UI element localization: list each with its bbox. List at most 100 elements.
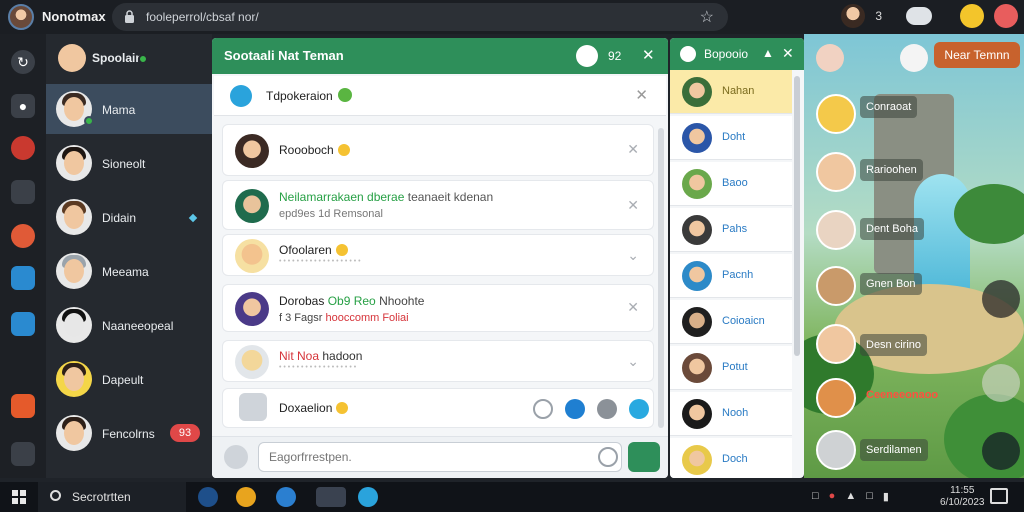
battery-icon[interactable]: ▮ [883, 490, 889, 503]
close-icon[interactable]: ✕ [627, 141, 639, 158]
taskbar-search[interactable]: Secrotrtten [38, 482, 186, 512]
pin-icon[interactable]: ▲ [762, 46, 774, 60]
heart-icon[interactable] [597, 399, 617, 419]
gift-icon[interactable] [11, 394, 35, 418]
members-scrollbar[interactable] [794, 76, 800, 356]
contact-item[interactable]: Meeama [46, 246, 212, 296]
taskbar-search-label: Secrotrtten [72, 490, 131, 504]
contacts-header[interactable]: Spoolain [46, 36, 212, 80]
explorer-icon[interactable] [316, 487, 346, 507]
clock[interactable]: 11:55 6/10/2023 [940, 485, 985, 509]
member-item[interactable]: Pahs [670, 208, 792, 252]
tool-icon[interactable] [982, 280, 1020, 318]
close-icon[interactable]: ✕ [627, 197, 639, 214]
robot-icon[interactable] [11, 180, 35, 204]
member-item[interactable]: Potut [670, 346, 792, 390]
cloud-icon[interactable] [906, 7, 932, 25]
mic-icon[interactable]: ▲ [845, 490, 856, 503]
clock-time: 11:55 [950, 485, 975, 496]
star-icon[interactable]: ☆ [700, 7, 714, 27]
message-item[interactable]: Roooboch ✕ [222, 124, 654, 176]
avatar-icon[interactable] [841, 4, 866, 28]
contact-item[interactable]: Didain [46, 192, 212, 242]
ink-icon[interactable]: □ [812, 490, 819, 503]
message-input[interactable] [258, 442, 622, 472]
player-name: Ceeneeonaoo [866, 389, 939, 401]
member-item[interactable]: Pacnh [670, 254, 792, 298]
notification-icon[interactable] [990, 488, 1008, 504]
member-item[interactable]: Doht [670, 116, 792, 160]
avatar [682, 307, 712, 337]
shield-icon[interactable] [11, 136, 35, 160]
windows-start-icon[interactable] [12, 490, 26, 504]
number-label: 3 [875, 9, 882, 23]
chat-title: Sootaali Nat Teman [224, 48, 344, 63]
player-avatar[interactable] [816, 324, 856, 364]
refresh-icon[interactable]: ↻ [11, 50, 35, 74]
avatar [235, 134, 269, 168]
member-item[interactable]: Nooh [670, 392, 792, 436]
contact-item[interactable]: Fencolrns 93 [46, 408, 212, 458]
close-icon[interactable]: ✕ [782, 45, 794, 62]
navigation-icon[interactable] [576, 45, 598, 67]
player-avatar[interactable] [816, 430, 856, 470]
avatar [682, 123, 712, 153]
shield-icon[interactable] [982, 432, 1020, 470]
member-item[interactable]: Coioaicn [670, 300, 792, 344]
app-icon[interactable] [236, 487, 256, 507]
send-button[interactable] [628, 442, 660, 472]
player-name: Rarioohen [860, 159, 923, 181]
player-avatar[interactable] [816, 152, 856, 192]
gamepad-icon[interactable]: ● [11, 94, 35, 118]
pinned-message[interactable]: Tdpokeraion ✕ [214, 76, 666, 116]
star-icon[interactable] [629, 399, 649, 419]
profile-icon[interactable] [816, 44, 844, 72]
player-avatar[interactable] [816, 378, 856, 418]
message-item[interactable]: Dorobas Ob9 Reo Nhoohte f 3 Fagsr hoocco… [222, 284, 654, 332]
grid-icon[interactable] [11, 442, 35, 466]
network-icon[interactable]: ● [829, 490, 836, 503]
reaction-icon[interactable] [533, 399, 553, 419]
message-item[interactable]: Nit Noa hadoon • • • • • • • • • • • • •… [222, 340, 654, 382]
address-bar[interactable]: fooleperrol/cbsaf nor/ ☆ [112, 3, 728, 31]
user-avatar[interactable] [8, 4, 34, 30]
puzzle-icon[interactable] [11, 266, 35, 290]
map-icon[interactable] [982, 364, 1020, 402]
contact-item[interactable]: Sioneolt [46, 138, 212, 188]
folder-icon[interactable] [11, 312, 35, 336]
store-icon[interactable] [276, 487, 296, 507]
game-scene[interactable]: Near Temnn Conraoat Rarioohen Dent Boha … [804, 34, 1024, 478]
chevron-down-icon[interactable]: ⌄ [627, 247, 639, 264]
chevron-down-icon[interactable]: ⌄ [627, 353, 639, 370]
play-button[interactable]: Near Temnn [934, 42, 1020, 68]
chat-icon[interactable] [11, 224, 35, 248]
edge-icon[interactable] [198, 487, 218, 507]
attachment-icon[interactable] [224, 445, 248, 469]
compass-icon[interactable] [900, 44, 928, 72]
message-item[interactable]: Ofoolaren • • • • • • • • • • • • • • • … [222, 234, 654, 276]
emoji-icon[interactable] [960, 4, 984, 28]
online-dot [84, 116, 94, 126]
member-item[interactable]: Baoo [670, 162, 792, 206]
chat-scrollbar[interactable] [658, 128, 664, 428]
member-item[interactable]: Nahan [670, 70, 792, 114]
player-avatar[interactable] [816, 210, 856, 250]
reply-icon[interactable] [565, 399, 585, 419]
emoji-picker-icon[interactable] [598, 447, 618, 467]
player-avatar[interactable] [816, 94, 856, 134]
contact-item[interactable]: Mama [46, 84, 212, 134]
close-icon[interactable]: ✕ [627, 299, 639, 316]
contact-item[interactable]: Naaneeopeal [46, 300, 212, 350]
contact-item[interactable]: Dapeult [46, 354, 212, 404]
close-icon[interactable]: ✕ [642, 46, 655, 64]
close-icon[interactable]: ✕ [635, 86, 648, 104]
contact-name: Mama [102, 103, 136, 117]
member-item[interactable]: Doch [670, 438, 792, 478]
volume-icon[interactable]: □ [866, 490, 873, 503]
chat-app-icon[interactable] [358, 487, 378, 507]
avatar [682, 77, 712, 107]
heart-icon[interactable] [994, 4, 1018, 28]
player-avatar[interactable] [816, 266, 856, 306]
message-item[interactable]: Doxaelion [222, 388, 654, 428]
message-item[interactable]: Neilamarrakaen dberae teanaeit kdenan ep… [222, 180, 654, 230]
